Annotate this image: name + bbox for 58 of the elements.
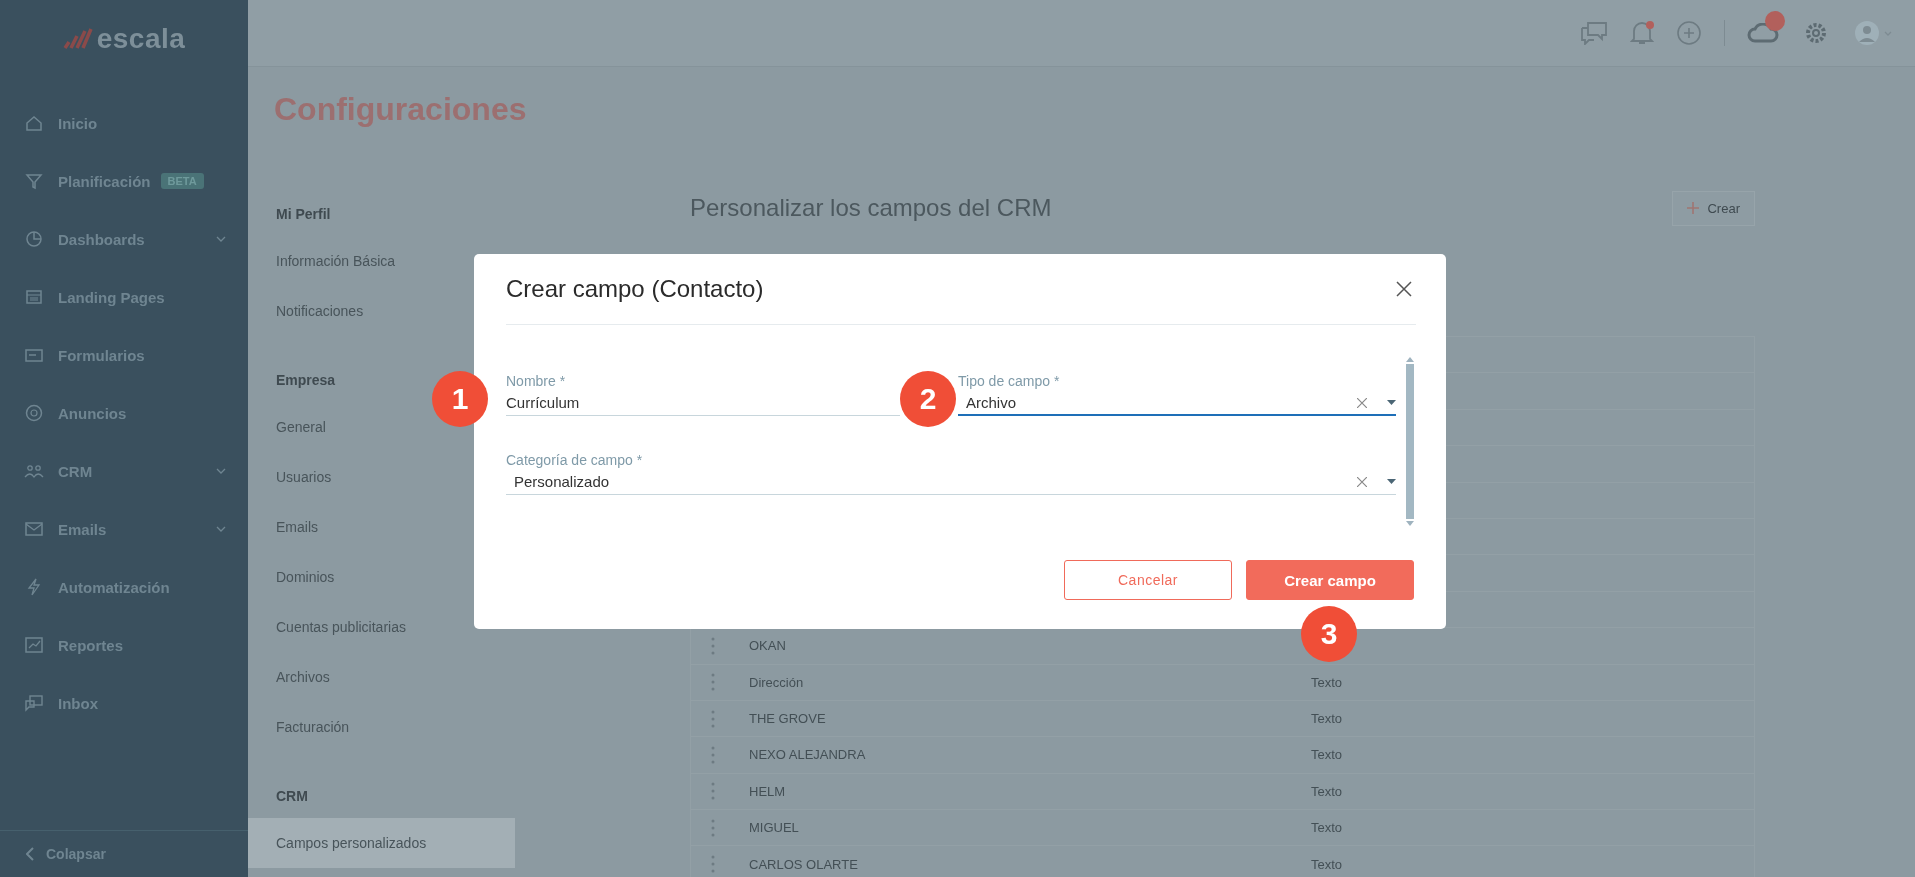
add-circle-icon[interactable] <box>1676 20 1702 46</box>
scroll-up-arrow-icon[interactable] <box>1406 357 1414 362</box>
settings-nav-item[interactable]: Archivos <box>248 652 515 702</box>
cancel-button[interactable]: Cancelar <box>1064 560 1232 600</box>
clear-icon[interactable] <box>1357 397 1367 408</box>
bell-icon[interactable] <box>1630 20 1654 46</box>
page-icon <box>24 287 44 307</box>
section-heading: Mi Perfil <box>276 205 331 224</box>
table-cell: Texto <box>1311 856 1343 872</box>
text-input[interactable]: Currículum <box>506 394 900 411</box>
step-number-badge: 3 <box>1301 606 1357 662</box>
dialog-title: Crear campo (Contacto) <box>506 275 764 303</box>
section-title: Personalizar los campos del CRM <box>690 194 1052 222</box>
field-label: Tipo de campo * <box>958 373 1061 389</box>
close-icon <box>1396 281 1412 297</box>
table-cell: Texto <box>1311 747 1343 763</box>
table-cell-text: CARLOS OLARTE <box>749 856 859 872</box>
select-value[interactable]: Archivo <box>958 394 1357 411</box>
funnel-icon <box>24 171 44 191</box>
cloud-icon[interactable] <box>1747 23 1779 43</box>
chevron-left-icon <box>26 847 34 861</box>
field-label: Categoría de campo * <box>506 452 644 468</box>
plus-icon <box>1687 202 1700 214</box>
dropdown-arrow-icon[interactable] <box>1387 400 1396 405</box>
logo-text: escala <box>96 23 186 55</box>
target-icon <box>24 403 44 423</box>
select-value[interactable]: Personalizado <box>506 473 1357 490</box>
field-label: Nombre * <box>506 373 567 389</box>
house-icon <box>24 113 44 133</box>
create-button[interactable]: Crear <box>1672 190 1755 226</box>
scroll-down-arrow-icon[interactable] <box>1406 521 1414 526</box>
table-cell-text: THE GROVE <box>749 711 827 727</box>
scrollbar[interactable] <box>1404 357 1416 526</box>
table-cell: Texto <box>1311 820 1343 836</box>
chat-icon[interactable] <box>1580 21 1608 45</box>
table-cell: Texto <box>1311 711 1343 727</box>
table-cell: Texto <box>1311 783 1343 799</box>
dropdown-arrow-icon[interactable] <box>1387 479 1396 484</box>
logo-bars-icon <box>62 28 93 50</box>
table-cell-text: OKAN <box>749 638 787 654</box>
chat-icon <box>24 693 44 713</box>
table-cell-text: HELM <box>749 783 787 799</box>
submit-button[interactable]: Crear campo <box>1246 560 1414 600</box>
settings-nav-item[interactable]: Campos personalizados <box>248 818 515 868</box>
clear-icon[interactable] <box>1357 476 1367 487</box>
table-cell-text: Dirección <box>749 674 805 690</box>
settings-nav-item[interactable]: Facturación <box>248 702 515 752</box>
section-heading: CRM <box>276 787 308 806</box>
pie-chart-icon <box>24 229 44 249</box>
step-number-badge: 2 <box>900 371 956 427</box>
envelope-icon <box>24 519 44 539</box>
chart-icon <box>24 635 44 655</box>
section-heading: Empresa <box>276 371 336 390</box>
table-cell-text: MIGUEL <box>749 820 800 836</box>
badge-dot <box>1765 11 1785 31</box>
table-cell: Texto <box>1311 674 1343 690</box>
avatar-icon[interactable] <box>1853 18 1893 48</box>
table-cell-text: NEXO ALEJANDRA <box>749 747 867 763</box>
